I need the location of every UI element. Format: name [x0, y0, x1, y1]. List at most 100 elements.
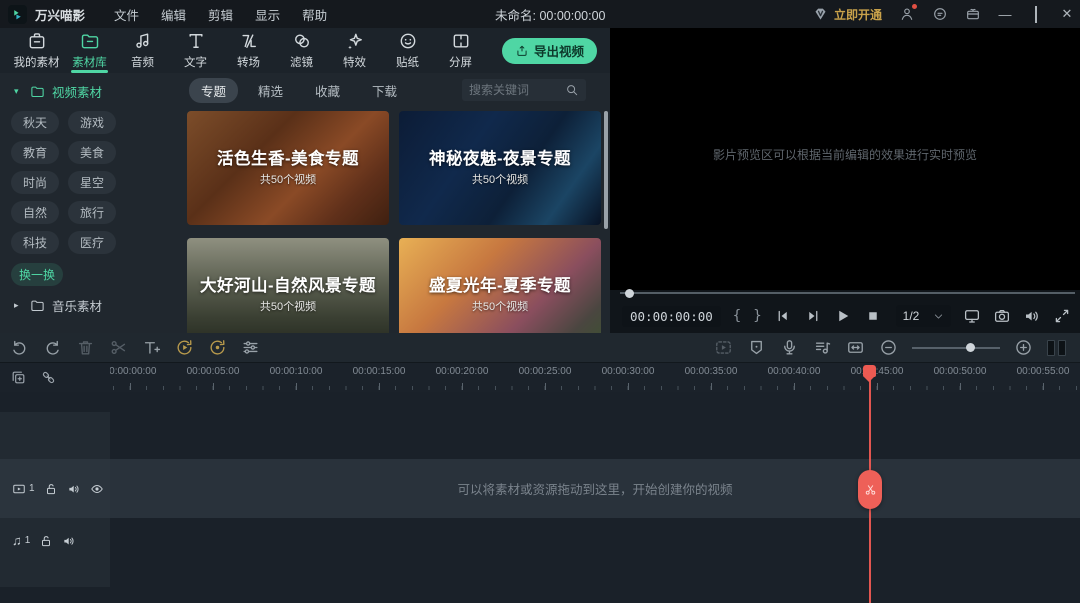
theme-card-food[interactable]: 活色生香-美食专题 共50个视频: [187, 111, 389, 225]
voiceover-mic-button[interactable]: [780, 338, 799, 357]
tag-travel[interactable]: 旅行: [68, 201, 116, 224]
folder-icon: [30, 298, 45, 313]
display-device-button[interactable]: [963, 307, 981, 325]
previous-frame-button[interactable]: [774, 307, 792, 325]
mute-icon[interactable]: [62, 534, 76, 548]
category-downloads[interactable]: 下载: [360, 78, 409, 103]
layout-toggle-icon[interactable]: [1047, 340, 1066, 356]
auto-ripple-button[interactable]: [208, 338, 227, 357]
upload-icon: [515, 44, 529, 58]
fit-timeline-button[interactable]: [846, 338, 865, 357]
split-scissors-button[interactable]: [109, 338, 128, 357]
lock-icon[interactable]: [39, 534, 53, 548]
theme-card-grid: 活色生香-美食专题 共50个视频 神秘夜魅-夜景专题 共50个视频 大好河山-自…: [187, 111, 601, 333]
zoom-slider-knob[interactable]: [966, 343, 975, 352]
mute-icon[interactable]: [67, 482, 81, 496]
mark-in-button[interactable]: {: [733, 308, 741, 324]
stop-button[interactable]: [864, 307, 882, 325]
snapshot-button[interactable]: [993, 307, 1011, 325]
video-track-lane[interactable]: 可以将素材或资源拖动到这里，开始创建你的视频: [110, 459, 1080, 518]
maximize-button[interactable]: [1029, 7, 1043, 22]
seekbar-knob[interactable]: [625, 289, 634, 298]
tab-transition[interactable]: 转场: [222, 28, 275, 73]
duplicate-button[interactable]: [10, 369, 27, 386]
menu-edit[interactable]: 编辑: [150, 5, 197, 24]
tag-education[interactable]: 教育: [11, 141, 59, 164]
timeline-ruler[interactable]: 00:00:00:00 00:00:05:00 00:00:10:00 00:0…: [110, 363, 1080, 392]
redo-button[interactable]: [43, 338, 62, 357]
cards-scrollbar[interactable]: [604, 111, 608, 229]
tab-splitscreen[interactable]: 分屏: [434, 28, 487, 73]
category-tabs: 专题 精选 收藏 下载: [189, 78, 409, 103]
theme-card-landscape[interactable]: 大好河山-自然风景专题 共50个视频: [187, 238, 389, 333]
search-input[interactable]: [469, 83, 565, 97]
playhead-split-button[interactable]: [858, 470, 882, 509]
theme-card-night[interactable]: 神秘夜魅-夜景专题 共50个视频: [399, 111, 601, 225]
tab-audio[interactable]: 音频: [116, 28, 169, 73]
sidebar-section-video[interactable]: ▾ 视频素材: [0, 73, 170, 108]
record-preview-button[interactable]: [714, 338, 733, 357]
timeline-zoom-slider[interactable]: [912, 343, 1000, 353]
category-topics[interactable]: 专题: [189, 78, 238, 103]
category-featured[interactable]: 精选: [246, 78, 295, 103]
preview-seekbar[interactable]: [620, 290, 1075, 296]
tag-tech[interactable]: 科技: [11, 231, 59, 254]
menu-clip[interactable]: 剪辑: [197, 5, 244, 24]
minimize-button[interactable]: —: [998, 7, 1012, 22]
category-favorites[interactable]: 收藏: [303, 78, 352, 103]
tab-effects[interactable]: 特效: [328, 28, 381, 73]
tag-starry[interactable]: 星空: [68, 171, 116, 194]
preview-stage: 影片预览区可以根据当前编辑的效果进行实时预览: [610, 28, 1080, 290]
filters-icon: [292, 31, 312, 51]
audio-mixer-button[interactable]: [813, 338, 832, 357]
marker-button[interactable]: [747, 338, 766, 357]
refresh-tags-button[interactable]: 换一换: [11, 263, 63, 286]
delete-button[interactable]: [76, 338, 95, 357]
search-box[interactable]: [462, 79, 586, 101]
mark-out-button[interactable]: }: [753, 308, 761, 324]
play-button[interactable]: [834, 307, 852, 325]
fullscreen-button[interactable]: [1053, 307, 1071, 325]
tab-media-library[interactable]: 素材库: [63, 28, 116, 73]
project-title: 未命名: 00:00:00:00: [495, 0, 605, 28]
account-icon[interactable]: [899, 6, 915, 22]
tag-game[interactable]: 游戏: [68, 111, 116, 134]
tab-stickers[interactable]: 贴纸: [381, 28, 434, 73]
zoom-in-button[interactable]: [1014, 338, 1033, 357]
track-settings-button[interactable]: [241, 338, 260, 357]
app-logo-icon: [8, 5, 27, 24]
tab-text[interactable]: 文字: [169, 28, 222, 73]
tag-food[interactable]: 美食: [68, 141, 116, 164]
next-frame-button[interactable]: [804, 307, 822, 325]
lock-icon[interactable]: [44, 482, 58, 496]
undo-button[interactable]: [10, 338, 29, 357]
feedback-icon[interactable]: [932, 6, 948, 22]
tag-nature[interactable]: 自然: [11, 201, 59, 224]
close-button[interactable]: ✕: [1060, 6, 1074, 22]
menu-view[interactable]: 显示: [244, 5, 291, 24]
theme-card-summer[interactable]: 盛夏光年-夏季专题 共50个视频: [399, 238, 601, 333]
upgrade-button[interactable]: 立即开通: [812, 6, 882, 23]
eye-icon[interactable]: [90, 482, 104, 496]
preview-scale-dropdown[interactable]: 1/2: [896, 305, 952, 327]
tag-autumn[interactable]: 秋天: [11, 111, 59, 134]
folder-icon: [30, 84, 45, 99]
tag-medical[interactable]: 医疗: [68, 231, 116, 254]
playhead-marker[interactable]: [863, 365, 876, 377]
tag-fashion[interactable]: 时尚: [11, 171, 59, 194]
resources-icon[interactable]: [965, 6, 981, 22]
export-video-button[interactable]: 导出视频: [502, 38, 597, 64]
smiley-icon: [398, 31, 418, 51]
playback-controls: 00:00:00:00 { } 1/2: [610, 299, 1080, 333]
zoom-out-button[interactable]: [879, 338, 898, 357]
add-text-button[interactable]: [142, 338, 161, 357]
tab-my-media[interactable]: 我的素材: [10, 28, 63, 73]
titlebar: 万兴喵影 文件 编辑 剪辑 显示 帮助 未命名: 00:00:00:00 立即开…: [0, 0, 1080, 28]
render-preview-button[interactable]: [175, 338, 194, 357]
menu-file[interactable]: 文件: [103, 5, 150, 24]
sidebar-section-music[interactable]: ▸ 音乐素材: [0, 288, 170, 321]
link-button[interactable]: [40, 369, 57, 386]
tab-filters[interactable]: 滤镜: [275, 28, 328, 73]
volume-button[interactable]: [1023, 307, 1041, 325]
menu-help[interactable]: 帮助: [291, 5, 338, 24]
